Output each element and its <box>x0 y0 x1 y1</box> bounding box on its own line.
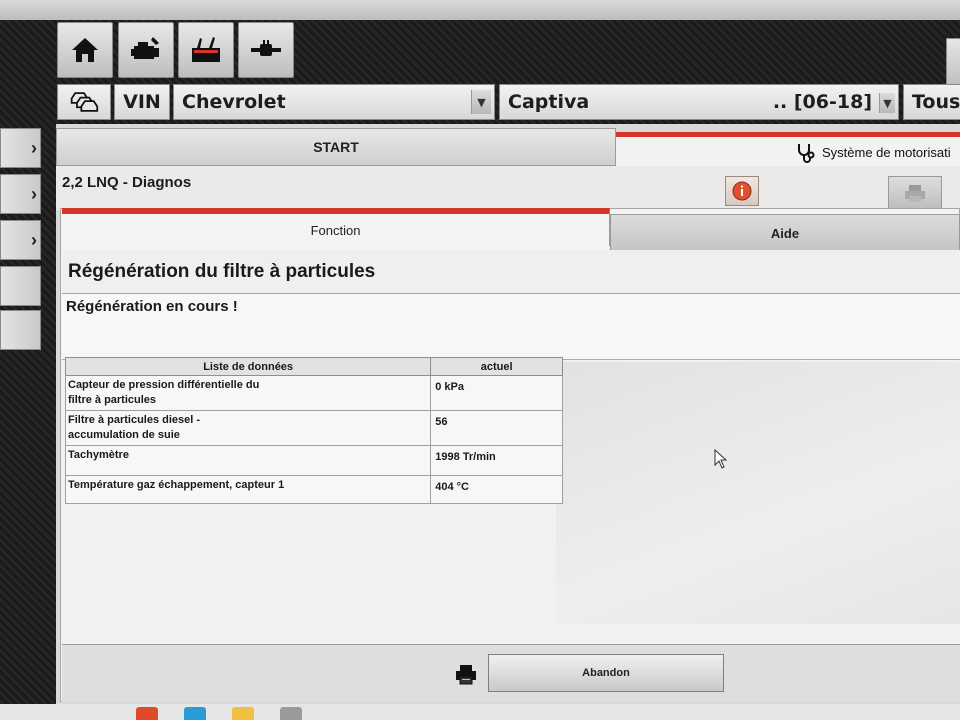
tab-start[interactable]: START <box>56 128 616 166</box>
graph-pane <box>556 362 960 624</box>
status-message: Régénération en cours ! <box>66 298 238 315</box>
tab-aide-label: Aide <box>770 225 800 241</box>
breadcrumb-bar <box>56 166 960 210</box>
vehicle-list-button[interactable] <box>57 84 111 120</box>
tab-system[interactable]: Système de motorisati <box>616 132 960 168</box>
home-button[interactable] <box>57 22 113 78</box>
chevron-right-icon: › <box>31 183 37 204</box>
data-name-line: Température gaz échappement, capteur 1 <box>68 479 285 491</box>
data-name-line: Tachymètre <box>68 449 129 461</box>
chevron-right-icon: › <box>31 137 37 158</box>
function-title: Régénération du filtre à particules <box>62 250 960 294</box>
table-row[interactable]: Capteur de pression différentielle du fi… <box>64 375 563 411</box>
side-tab-1[interactable]: › <box>0 128 41 168</box>
engine-diagnostic-icon <box>131 37 159 59</box>
data-value-cell: 56 <box>430 410 563 446</box>
model-select[interactable]: Captiva .. [06-18] ▼ <box>499 84 899 120</box>
side-tab-2[interactable]: › <box>0 174 41 214</box>
edge-icon[interactable] <box>184 707 206 720</box>
data-name-cell: Température gaz échappement, capteur 1 <box>64 475 432 504</box>
data-name-cell: Capteur de pression différentielle du fi… <box>64 375 432 411</box>
abandon-label: Abandon <box>582 667 630 679</box>
data-name-line: Capteur de pression différentielle du <box>68 379 260 391</box>
data-table: Liste de données actuel Capteur de press… <box>64 357 563 504</box>
chevron-down-icon: ▼ <box>471 90 491 114</box>
printer-icon <box>905 185 925 202</box>
stethoscope-icon <box>798 143 815 163</box>
browser-icon[interactable] <box>136 707 158 720</box>
data-name-cell: Tachymètre <box>64 445 432 476</box>
brand-value: Chevrolet <box>182 91 286 113</box>
chevron-right-icon: › <box>31 229 37 250</box>
engine-diagnostic-button[interactable] <box>118 22 174 78</box>
toolbox-button[interactable] <box>178 22 234 78</box>
data-name-line: accumulation de suie <box>68 429 180 441</box>
table-row[interactable]: Filtre à particules diesel - accumulatio… <box>64 410 563 446</box>
tab-start-label: START <box>313 139 359 155</box>
cars-icon <box>70 92 99 112</box>
side-tab-4[interactable] <box>0 266 41 306</box>
table-row[interactable]: Température gaz échappement, capteur 1 4… <box>64 475 563 504</box>
scope-value: Tous <box>912 91 960 113</box>
data-name-line: Filtre à particules diesel - <box>68 414 201 426</box>
data-value-cell: 404 °C <box>430 475 563 504</box>
scope-select[interactable]: Tous <box>903 84 960 120</box>
data-value-cell: 1998 Tr/min <box>430 445 563 476</box>
home-icon <box>72 38 98 62</box>
vin-button[interactable]: VIN <box>114 84 170 120</box>
folder-icon[interactable] <box>232 707 254 720</box>
connector-icon <box>251 40 281 56</box>
side-tab-3[interactable]: › <box>0 220 41 260</box>
toolbox-icon <box>192 37 220 62</box>
window-top-strip <box>0 0 960 20</box>
vin-label: VIN <box>123 91 161 113</box>
data-name-cell: Filtre à particules diesel - accumulatio… <box>64 410 432 446</box>
tab-fonction-label: Fonction <box>310 222 361 238</box>
brand-select[interactable]: Chevrolet ▼ <box>173 84 495 120</box>
app-icon[interactable] <box>280 707 302 720</box>
side-tab-5[interactable] <box>0 310 41 350</box>
abandon-button[interactable]: Abandon <box>488 654 724 692</box>
table-row[interactable]: Tachymètre 1998 Tr/min <box>64 445 563 476</box>
tab-fonction[interactable]: Fonction <box>62 208 610 246</box>
data-value-cell: 0 kPa <box>430 375 563 411</box>
disabled-print-button[interactable] <box>888 176 942 210</box>
tab-system-label: Système de motorisati <box>822 145 951 160</box>
mouse-cursor-icon <box>714 449 728 469</box>
info-button[interactable] <box>725 176 759 206</box>
model-value: Captiva <box>508 91 590 113</box>
column-header-value: actuel <box>430 357 563 376</box>
connector-button[interactable] <box>238 22 294 78</box>
breadcrumb: 2,2 LNQ - Diagnos <box>62 174 192 191</box>
printer-icon[interactable] <box>454 662 478 686</box>
data-name-line: filtre à particules <box>68 394 157 406</box>
column-header-name: Liste de données <box>64 357 432 376</box>
tab-aide[interactable]: Aide <box>610 214 960 252</box>
years-value: .. [06-18] <box>772 91 872 113</box>
toolbar-right-button[interactable] <box>946 38 960 90</box>
chevron-down-icon: ▼ <box>879 93 895 113</box>
info-icon <box>732 181 752 201</box>
